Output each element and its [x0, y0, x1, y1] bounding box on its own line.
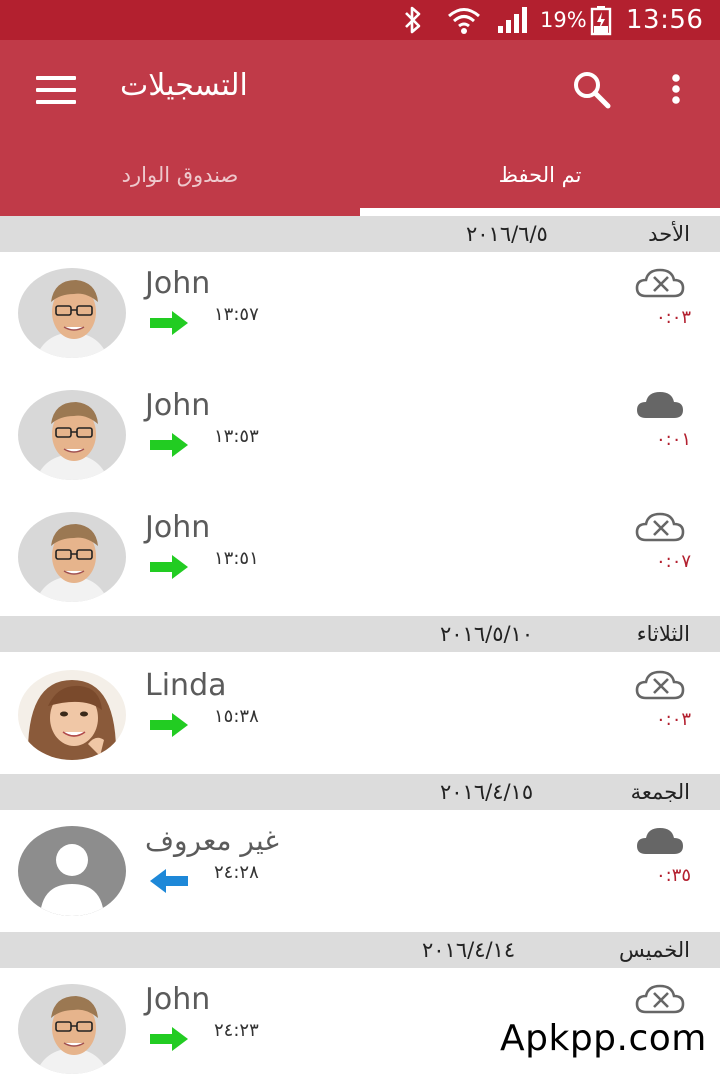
call-time: ١٣:٥٧	[214, 304, 259, 325]
cloud-off-icon[interactable]	[634, 982, 686, 1016]
call-row[interactable]: Linda ١٥:٣٨ ٠:٠٣	[0, 654, 720, 774]
battery-percentage: 19%	[540, 8, 587, 32]
contact-name: John	[145, 510, 211, 545]
cloud-off-icon[interactable]	[634, 668, 686, 702]
hamburger-menu-icon[interactable]	[36, 76, 76, 104]
date-day-label: الثلاثاء	[636, 622, 690, 646]
page-title: التسجيلات	[120, 68, 248, 103]
contact-name: John	[145, 388, 211, 423]
tab-inbox[interactable]: صندوق الوارد	[0, 152, 360, 208]
status-bar: 19% 13:56	[0, 0, 720, 40]
outgoing-call-arrow-icon	[148, 1026, 190, 1052]
contact-name: John	[145, 266, 211, 301]
cloud-icon[interactable]	[634, 388, 686, 422]
call-duration: ٠:٠١	[656, 429, 692, 450]
date-value: ٢٠١٦/٤/١٥	[440, 780, 534, 804]
call-row[interactable]: John ١٣:٥٣ ٠:٠١	[0, 374, 720, 494]
contact-avatar-man	[18, 512, 126, 602]
date-header: الخميس ٢٠١٦/٤/١٤	[0, 932, 720, 968]
cloud-off-icon[interactable]	[634, 510, 686, 544]
call-time: ١٣:٥١	[214, 548, 259, 569]
call-time: ١٥:٣٨	[214, 706, 259, 727]
signal-icon	[496, 0, 530, 40]
contact-avatar-man	[18, 390, 126, 480]
more-vert-icon[interactable]	[660, 70, 692, 110]
date-value: ٢٠١٦/٤/١٤	[422, 938, 516, 962]
tab-saved[interactable]: تم الحفظ	[360, 152, 720, 208]
call-row[interactable]: غير معروف ٢٤:٢٨ ٠:٣٥	[0, 810, 720, 930]
contact-name: غير معروف	[145, 824, 279, 857]
call-duration: ٠:٣٥	[656, 865, 692, 886]
battery-charging-icon	[590, 0, 612, 40]
unknown-contact-avatar-icon	[18, 826, 126, 916]
date-value: ٢٠١٦/٦/٥	[466, 222, 548, 246]
call-duration: ٠:٠٧	[656, 551, 692, 572]
date-header: الأحد ٢٠١٦/٦/٥	[0, 216, 720, 252]
contact-name: John	[145, 982, 211, 1017]
date-value: ٢٠١٦/٥/١٠	[440, 622, 534, 646]
call-row[interactable]: John ١٣:٥٧ ٠:٠٣	[0, 252, 720, 372]
contact-avatar-man	[18, 268, 126, 358]
app-bar: التسجيلات صندوق الوارد تم الحفظ	[0, 40, 720, 216]
search-icon[interactable]	[570, 68, 614, 112]
contact-avatar-woman	[18, 670, 126, 760]
status-time: 13:56	[626, 5, 704, 35]
tab-indicator	[360, 208, 720, 216]
watermark-text: Apkpp.com	[500, 1018, 707, 1059]
date-day-label: الخميس	[618, 938, 690, 962]
date-day-label: الأحد	[648, 222, 690, 246]
outgoing-call-arrow-icon	[148, 432, 190, 458]
contact-name: Linda	[145, 668, 227, 703]
date-day-label: الجمعة	[630, 780, 690, 804]
incoming-call-arrow-icon	[148, 868, 190, 894]
outgoing-call-arrow-icon	[148, 310, 190, 336]
wifi-icon	[446, 0, 482, 40]
cloud-icon[interactable]	[634, 824, 686, 858]
date-header: الثلاثاء ٢٠١٦/٥/١٠	[0, 616, 720, 652]
outgoing-call-arrow-icon	[148, 554, 190, 580]
call-time: ٢٤:٢٣	[214, 1020, 259, 1041]
cloud-off-icon[interactable]	[634, 266, 686, 300]
call-duration: ٠:٠٣	[656, 709, 692, 730]
call-time: ٢٤:٢٨	[214, 862, 259, 883]
call-time: ١٣:٥٣	[214, 426, 259, 447]
outgoing-call-arrow-icon	[148, 712, 190, 738]
contact-avatar-man	[18, 984, 126, 1074]
bluetooth-icon	[402, 0, 424, 40]
date-header: الجمعة ٢٠١٦/٤/١٥	[0, 774, 720, 810]
call-duration: ٠:٠٣	[656, 307, 692, 328]
call-row[interactable]: John ١٣:٥١ ٠:٠٧	[0, 496, 720, 616]
